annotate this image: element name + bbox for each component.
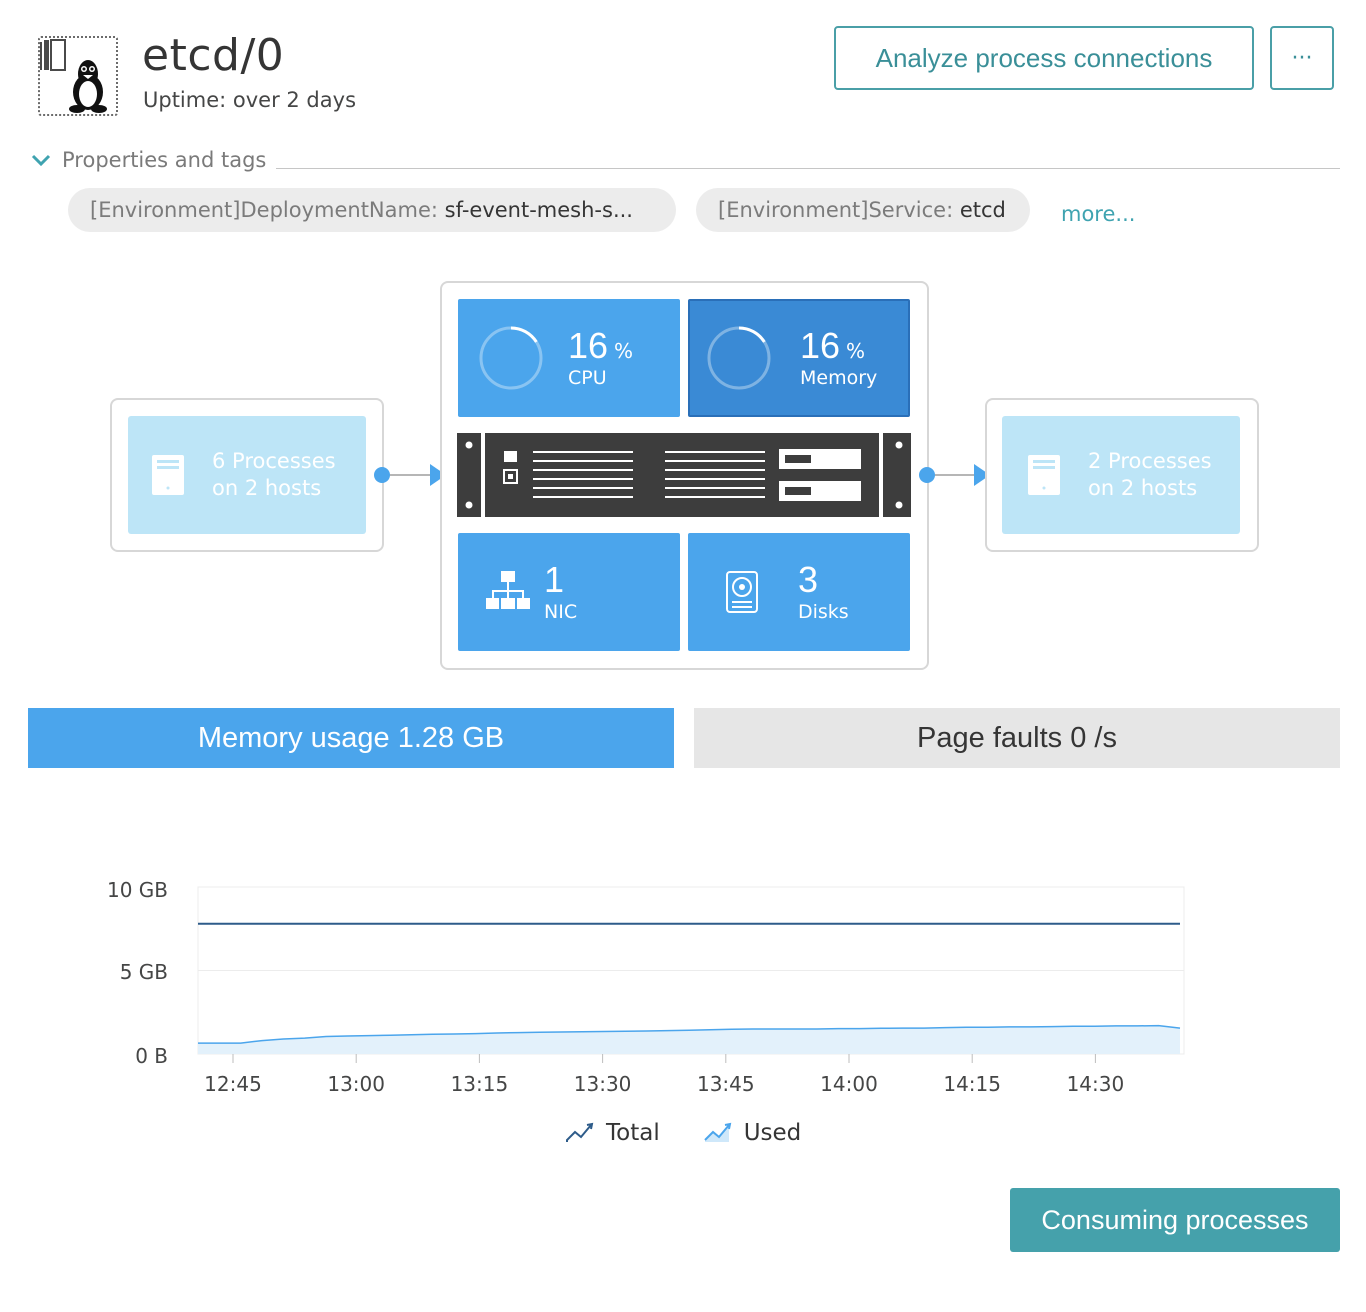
x-tick-label: 14:30	[1066, 1072, 1125, 1096]
legend-item-used[interactable]: Used	[704, 1120, 802, 1146]
x-tick-label: 12:45	[204, 1072, 262, 1096]
x-tick-label: 14:00	[820, 1072, 878, 1096]
consuming-processes-button[interactable]: Consuming processes	[1010, 1188, 1340, 1252]
legend-label-used: Used	[743, 1120, 802, 1146]
area-chart-icon	[704, 1122, 731, 1142]
legend-label-total: Total	[606, 1120, 660, 1146]
chart-legend: Total Used	[566, 1120, 801, 1146]
line-chart-icon	[566, 1122, 594, 1142]
x-tick-label: 13:45	[696, 1072, 755, 1096]
legend-item-total[interactable]: Total	[566, 1120, 660, 1146]
x-tick-label: 14:15	[943, 1072, 1001, 1096]
memory-chart	[197, 886, 1185, 1063]
x-tick-label: 13:00	[327, 1072, 385, 1096]
x-tick-label: 13:15	[450, 1072, 509, 1096]
x-tick-label: 13:30	[573, 1072, 632, 1096]
